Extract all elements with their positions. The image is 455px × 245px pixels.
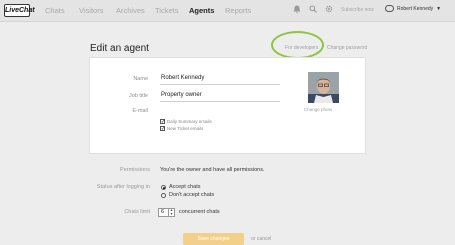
gear-icon[interactable]: [323, 5, 334, 16]
name-field[interactable]: Robert Kennedy: [161, 75, 204, 81]
permissions-label: Permissions: [120, 167, 150, 173]
user-name: Robert Kennedy: [397, 5, 434, 12]
nav-visitors[interactable]: Visitors: [79, 6, 103, 16]
search-icon[interactable]: [307, 5, 318, 16]
status-label: Status after logging in: [96, 184, 150, 190]
nav-agents[interactable]: Agents: [189, 6, 214, 16]
top-navigation-bar: LiveChat Chats Visitors Archives Tickets…: [0, 0, 455, 22]
chats-limit-stepper[interactable]: 6 ▲ ▼: [158, 208, 175, 217]
dont-accept-chats-label: Don't accept chats: [169, 192, 215, 198]
accept-chats-label: Accept chats: [169, 184, 201, 190]
livechat-logo[interactable]: LiveChat: [4, 4, 35, 17]
save-changes-button[interactable]: Save changes: [183, 233, 244, 245]
chats-limit-value: 6: [161, 209, 165, 215]
change-photo-link[interactable]: Change photo: [304, 107, 332, 112]
cancel-link[interactable]: or cancel: [251, 236, 271, 242]
concurrent-chats-label: concurrent chats: [179, 209, 220, 215]
subscribe-now-link[interactable]: Subscribe now: [341, 7, 374, 13]
page-title: Edit an agent: [90, 43, 149, 54]
job-title-label: Job title: [129, 93, 148, 99]
change-password-link[interactable]: Change password: [327, 45, 367, 51]
bell-icon[interactable]: [291, 5, 302, 16]
chevron-down-icon: ▼: [436, 5, 442, 12]
chat-bubble-icon: [385, 5, 394, 12]
nav-archives[interactable]: Archives: [116, 6, 145, 16]
dont-accept-chats-radio[interactable]: [161, 193, 166, 198]
daily-summary-checkbox[interactable]: ✓: [160, 119, 165, 125]
stepper-arrows-icon[interactable]: ▲ ▼: [168, 208, 174, 216]
new-ticket-checkbox[interactable]: ✓: [160, 126, 165, 132]
email-label: E-mail: [132, 108, 148, 114]
job-title-underline: [160, 101, 280, 102]
nav-reports[interactable]: Reports: [225, 6, 251, 16]
nav-tickets[interactable]: Tickets: [155, 6, 178, 16]
daily-summary-label: Daily Summary emails: [167, 119, 212, 124]
agent-photo[interactable]: [308, 72, 339, 103]
new-ticket-label: New Ticket emails: [167, 126, 204, 131]
chats-limit-label: Chats limit: [124, 209, 150, 215]
nav-chats[interactable]: Chats: [45, 6, 65, 16]
user-menu[interactable]: Robert Kennedy ▼: [385, 5, 441, 17]
name-underline: [160, 84, 280, 85]
permissions-text: You're the owner and have all permission…: [160, 167, 265, 173]
accept-chats-radio[interactable]: [161, 185, 166, 190]
name-label: Name: [133, 76, 148, 82]
for-developers-link[interactable]: For developers: [285, 45, 318, 51]
job-title-field[interactable]: Property owner: [161, 92, 202, 98]
